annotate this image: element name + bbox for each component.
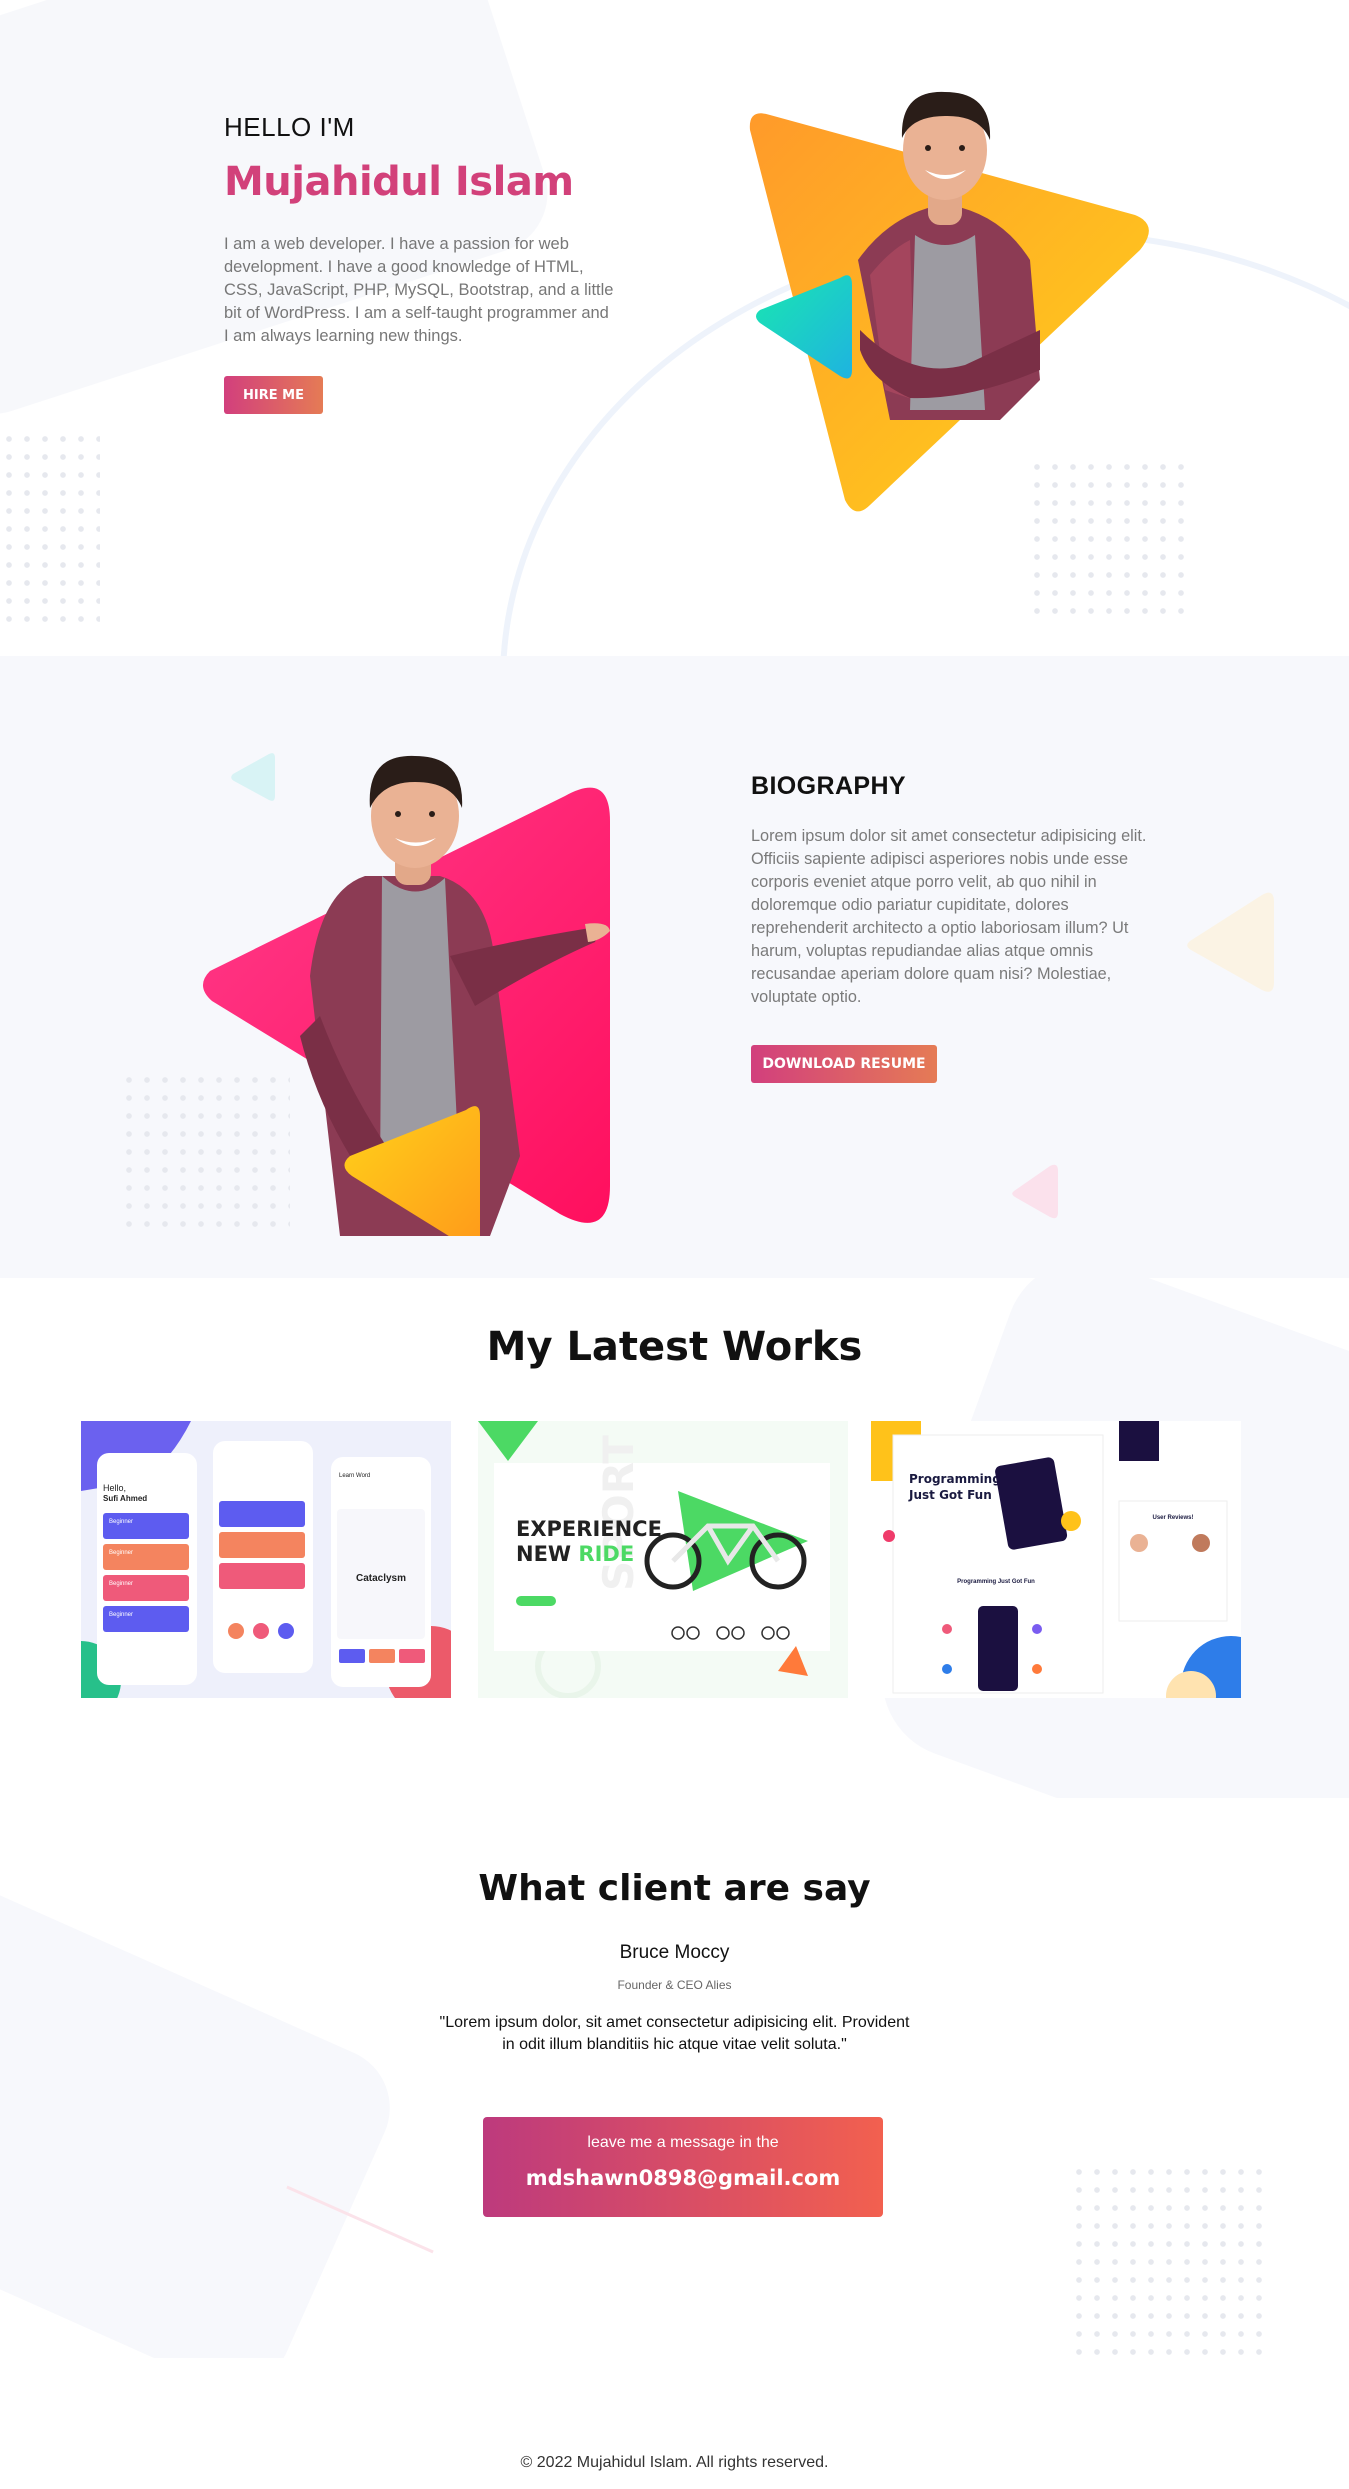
level-label: Beginner	[109, 1581, 133, 1587]
hero-description: I am a web developer. I have a passion f…	[224, 235, 614, 345]
biography-content: BIOGRAPHY Lorem ipsum dolor sit amet con…	[751, 772, 1161, 1083]
level-label: Beginner	[109, 1519, 133, 1525]
programming-headline-1: Programming	[909, 1472, 1001, 1486]
work-card-learning-app[interactable]: Hello, Sufi Ahmed Beginner Beginner Begi…	[81, 1421, 451, 1698]
footer: © 2022 Mujahidul Islam. All rights reser…	[0, 2358, 1349, 2489]
work-card-bike-shop[interactable]: SPORT EXPERIENCE NEW RIDE	[478, 1421, 848, 1698]
client-role: Founder & CEO Alies	[617, 1978, 732, 1992]
hero-greeting: HELLO I'M	[224, 112, 355, 142]
client-quote: "Lorem ipsum dolor, sit amet consectetur…	[439, 2014, 910, 2053]
dot-pattern	[0, 430, 100, 630]
client-name: Bruce Moccy	[619, 1942, 730, 1963]
contact-email-box[interactable]: leave me a message in the mdshawn0898@gm…	[483, 2117, 883, 2217]
work-card-programming-site[interactable]: Programming Just Got Fun Programming Jus…	[871, 1421, 1241, 1698]
learning-hello: Hello,	[103, 1483, 126, 1493]
works-section: My Latest Works Hello, Sufi Ahmed Beginn…	[0, 1278, 1349, 1798]
level-label: Beginner	[109, 1612, 133, 1618]
learning-card-word: Cataclysm	[356, 1573, 406, 1584]
bike-watermark: SPORT	[594, 1435, 643, 1591]
hero-intro: HELLO I'M Mujahidul Islam I am a web dev…	[224, 112, 614, 414]
bike-headline-2: NEW RIDE	[516, 1542, 634, 1566]
programming-section: Programming Just Got Fun	[957, 1579, 1035, 1585]
copyright-text: © 2022 Mujahidul Islam. All rights reser…	[520, 2454, 829, 2471]
testimonial-section: What client are say Bruce Moccy Founder …	[0, 1798, 1349, 2358]
testimonial-title: What client are say	[478, 1868, 871, 1909]
biography-title: BIOGRAPHY	[751, 772, 907, 800]
background-blob	[0, 1849, 410, 2358]
person-portrait-icon	[749, 91, 1149, 512]
contact-lead: leave me a message in the	[587, 2134, 779, 2151]
hire-me-button[interactable]: HIRE ME	[224, 376, 323, 414]
biography-portrait	[190, 716, 650, 1249]
learning-user: Sufi Ahmed	[103, 1494, 147, 1503]
level-label: Beginner	[109, 1550, 133, 1556]
decorative-triangle	[1012, 1164, 1058, 1219]
decorative-triangle	[1187, 892, 1274, 992]
contact-email-link[interactable]: mdshawn0898@gmail.com	[483, 2166, 883, 2190]
programming-reviews: User Reviews!	[1152, 1515, 1193, 1521]
bike-headline-1: EXPERIENCE	[516, 1517, 662, 1541]
biography-section: BIOGRAPHY Lorem ipsum dolor sit amet con…	[0, 656, 1349, 1278]
learning-app-preview-icon: Hello, Sufi Ahmed Beginner Beginner Begi…	[81, 1421, 451, 1698]
hero-portrait	[740, 80, 1160, 520]
learning-header: Learn Word	[339, 1473, 370, 1479]
download-resume-button[interactable]: DOWNLOAD RESUME	[751, 1045, 937, 1083]
works-title: My Latest Works	[486, 1324, 863, 1370]
programming-site-preview-icon: Programming Just Got Fun Programming Jus…	[871, 1421, 1241, 1698]
person-pointing-icon	[202, 755, 610, 1249]
bike-shop-preview-icon: SPORT EXPERIENCE NEW RIDE	[478, 1421, 848, 1698]
hero-name: Mujahidul Islam	[224, 159, 574, 205]
programming-headline-2: Just Got Fun	[908, 1488, 992, 1502]
dot-pattern	[1070, 2163, 1270, 2358]
biography-text: Lorem ipsum dolor sit amet consectetur a…	[751, 827, 1147, 1006]
hero-section: HELLO I'M Mujahidul Islam I am a web dev…	[0, 0, 1349, 656]
